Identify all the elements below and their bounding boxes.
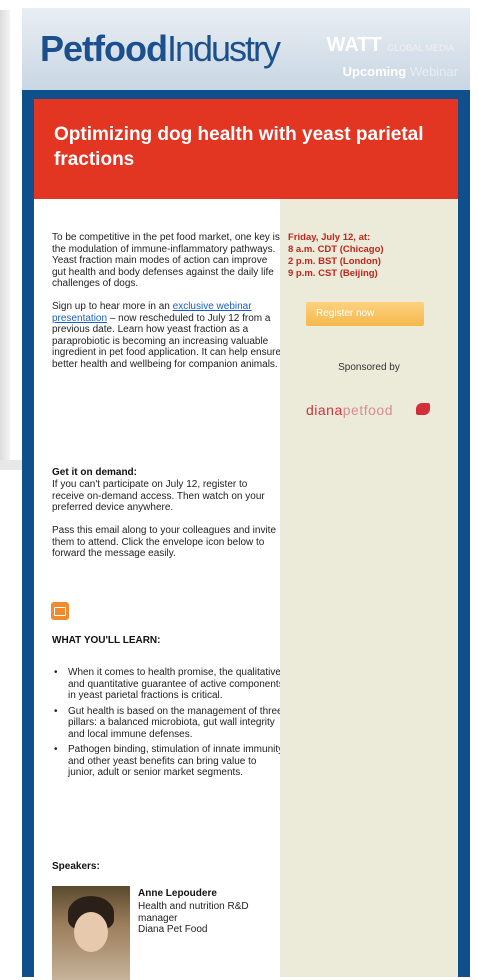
diana-petfood-logo[interactable]: dianapetfood xyxy=(306,402,393,418)
watt-global-media-logo[interactable]: WATT GLOBAL MEDIA xyxy=(327,34,454,57)
speakers-heading: Speakers: xyxy=(52,861,100,872)
speaker-info: Health and nutrition R&D manager Diana P… xyxy=(138,901,278,936)
time-beijing: 9 p.m. CST (Beijing) xyxy=(288,268,378,279)
email-header: PetfoodIndustry WATT GLOBAL MEDIA Upcomi… xyxy=(22,8,470,90)
list-item: Pathogen binding, stimulation of innate … xyxy=(52,744,284,779)
signup-text-pre: Sign up to hear more in an xyxy=(52,301,173,312)
publisher-small: GLOBAL MEDIA xyxy=(387,43,454,53)
learn-heading: WHAT YOU'LL LEARN: xyxy=(52,635,161,646)
main-content: To be competitive in the pet food market… xyxy=(34,199,284,980)
email-frame: PetfoodIndustry WATT GLOBAL MEDIA Upcomi… xyxy=(22,8,470,980)
register-now-button[interactable]: Register now xyxy=(306,302,424,326)
intro-paragraph: To be competitive in the pet food market… xyxy=(52,232,280,289)
petfood-industry-logo[interactable]: PetfoodIndustry xyxy=(40,28,281,70)
speaker-company: Diana Pet Food xyxy=(138,924,208,935)
sponsor-bold: diana xyxy=(306,402,343,418)
sponsored-by-label: Sponsored by xyxy=(338,362,400,373)
signup-paragraph: Sign up to hear more in an exclusive web… xyxy=(52,301,282,370)
upcoming-webinar-tag: Upcoming Webinar xyxy=(343,64,458,79)
background-panel xyxy=(0,10,10,460)
sponsor-light: petfood xyxy=(342,402,393,418)
time-chicago: 8 a.m. CDT (Chicago) xyxy=(288,244,384,255)
tag-bold: Upcoming xyxy=(342,64,407,79)
forward-text: Pass this email along to your colleagues… xyxy=(52,525,277,559)
list-item: Gut health is based on the management of… xyxy=(52,706,284,741)
speaker-role: Health and nutrition R&D manager xyxy=(138,901,249,924)
logo-bold-text: Petfood xyxy=(40,28,168,69)
title-banner: Optimizing dog health with yeast parieta… xyxy=(34,99,458,199)
webinar-schedule: Friday, July 12, at: 8 a.m. CDT (Chicago… xyxy=(288,232,384,280)
on-demand-text: If you can't participate on July 12, reg… xyxy=(52,479,265,513)
publisher-name: WATT xyxy=(326,34,382,56)
on-demand-heading: Get it on demand: xyxy=(52,467,137,478)
tag-light: Webinar xyxy=(409,64,458,79)
date-line: Friday, July 12, at: xyxy=(288,232,371,243)
speaker-name: Anne Lepoudere xyxy=(138,888,217,899)
speaker-photo xyxy=(52,886,130,980)
sponsor-mark-icon xyxy=(416,403,430,415)
learn-list: When it comes to health promise, the qua… xyxy=(52,667,284,783)
logo-light-text: Industry xyxy=(166,28,281,69)
sidebar: Friday, July 12, at: 8 a.m. CDT (Chicago… xyxy=(280,199,458,977)
webinar-title: Optimizing dog health with yeast parieta… xyxy=(54,124,424,170)
list-item: When it comes to health promise, the qua… xyxy=(52,667,284,702)
time-london: 2 p.m. BST (London) xyxy=(288,256,381,267)
envelope-icon[interactable] xyxy=(51,602,69,620)
